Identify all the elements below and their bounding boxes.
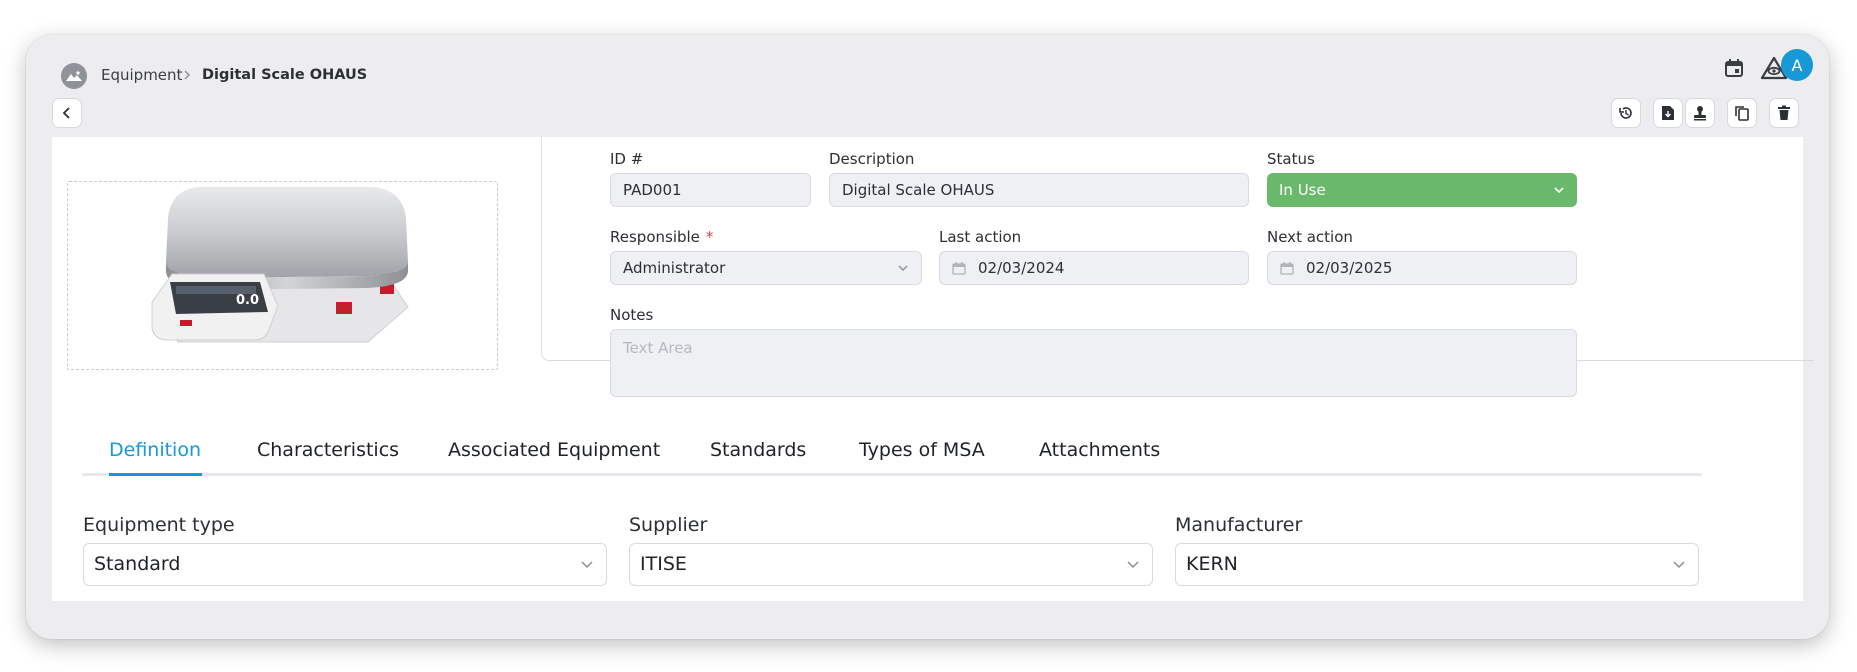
chevron-down-icon [1672,544,1686,585]
chevron-down-icon [580,544,594,585]
chevron-down-icon [897,252,909,284]
calendar-icon[interactable] [1717,51,1751,85]
tab-attachments[interactable]: Attachments [1039,437,1160,463]
mountain-logo-icon[interactable] [61,63,87,89]
digital-scale-image: 0.0 [151,187,409,343]
copy-icon [1735,106,1749,121]
last-action-value: 02/03/2024 [978,259,1065,277]
equipment-type-value: Standard [94,553,181,575]
supplier-label: Supplier [629,514,708,536]
avatar[interactable]: A [1781,49,1813,81]
status-value: In Use [1279,181,1326,199]
last-action-field[interactable]: 02/03/2024 [939,251,1249,285]
tab-associated-equipment[interactable]: Associated Equipment [448,437,660,463]
notes-label: Notes [610,306,654,324]
manufacturer-label: Manufacturer [1175,514,1303,536]
required-marker: * [705,228,714,246]
chevron-down-icon [1126,544,1140,585]
history-icon [1619,107,1632,119]
delete-button[interactable] [1769,98,1799,128]
active-tab-indicator [109,473,202,476]
last-action-label: Last action [939,228,1022,246]
id-field[interactable]: PAD001 [610,173,811,207]
chevron-right-icon [182,65,192,89]
next-action-label: Next action [1267,228,1353,246]
history-button[interactable] [1611,98,1641,128]
status-label: Status [1267,150,1315,168]
equipment-type-label: Equipment type [83,514,235,536]
status-select[interactable]: In Use [1267,173,1577,207]
tab-standards[interactable]: Standards [710,437,806,463]
description-label: Description [829,150,915,168]
back-button[interactable] [52,98,82,128]
responsible-value: Administrator [623,259,726,277]
responsible-label: Responsible * [610,227,713,247]
manufacturer-select[interactable]: KERN [1175,543,1699,586]
supplier-select[interactable]: ITISE [629,543,1153,586]
breadcrumb-current: Digital Scale OHAUS [202,67,368,83]
chevron-down-icon [1553,173,1565,207]
equipment-form: ID # PAD001 Description Digital Scale OH… [541,137,1814,397]
next-action-field[interactable]: 02/03/2025 [1267,251,1577,285]
download-document-button[interactable] [1653,98,1683,128]
tab-bar: Definition Characteristics Associated Eq… [82,437,1702,476]
tab-characteristics[interactable]: Characteristics [257,437,399,463]
tab-definition[interactable]: Definition [109,437,201,463]
chevron-left-icon [62,107,70,119]
equipment-card: 0.0 ID # PAD001 Description Digital Scal… [52,137,1814,601]
calendar-icon [952,252,966,284]
equipment-image[interactable]: 0.0 [67,181,498,370]
scale-readout: 0.0 [236,293,259,308]
stamp-icon [1694,106,1706,121]
responsible-label-text: Responsible [610,228,700,246]
stamp-button[interactable] [1685,98,1715,128]
equipment-type-select[interactable]: Standard [83,543,607,586]
breadcrumb-equipment[interactable]: Equipment [101,65,182,85]
manufacturer-value: KERN [1186,553,1238,575]
supplier-value: ITISE [640,553,687,575]
notes-textarea[interactable]: Text Area [610,329,1577,397]
next-action-value: 02/03/2025 [1306,259,1393,277]
description-field[interactable]: Digital Scale OHAUS [829,173,1249,207]
id-label: ID # [610,150,644,168]
responsible-select[interactable]: Administrator [610,251,922,285]
calendar-icon [1280,252,1294,284]
download-document-icon [1662,106,1674,120]
trash-icon [1778,105,1790,120]
copy-button[interactable] [1727,98,1757,128]
app-window: Equipment Digital Scale OHAUS A 0.0 ID #… [26,35,1829,639]
tab-types-of-msa[interactable]: Types of MSA [859,437,985,463]
